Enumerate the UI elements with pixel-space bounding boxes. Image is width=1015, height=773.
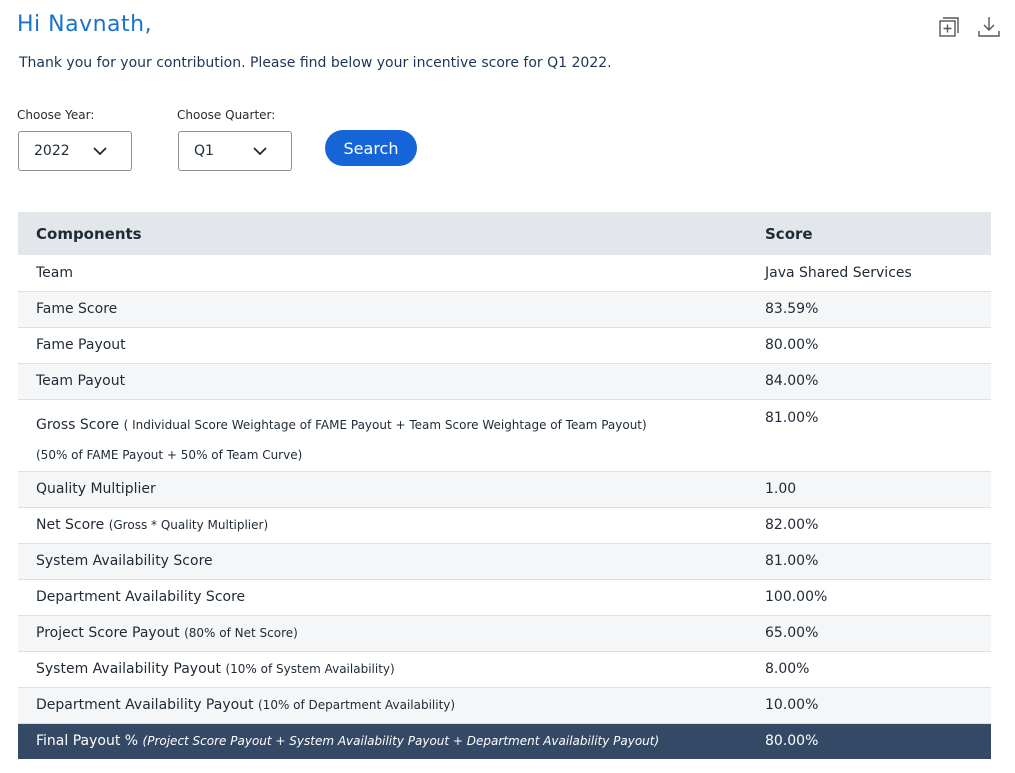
search-button[interactable]: Search	[325, 130, 417, 166]
table-row: Fame Payout 80.00%	[18, 327, 991, 364]
expand-icon[interactable]	[937, 15, 961, 39]
row-label: System Availability Score	[18, 543, 765, 580]
table-row: Net Score (Gross * Quality Multiplier) 8…	[18, 507, 991, 544]
row-label: Quality Multiplier	[18, 471, 765, 508]
row-note: ( Individual Score Weightage of FAME Pay…	[123, 417, 647, 432]
table-row: Department Availability Payout (10% of D…	[18, 687, 991, 724]
row-value: 1.00	[765, 471, 991, 508]
table-row: Team Java Shared Services	[18, 255, 991, 292]
row-value: 84.00%	[765, 363, 991, 400]
row-label: System Availability Payout	[36, 661, 222, 677]
final-payout-label: Final Payout %	[36, 733, 139, 750]
incentive-subtitle: Thank you for your contribution. Please …	[19, 55, 612, 71]
table-row: Gross Score ( Individual Score Weightage…	[18, 399, 991, 472]
row-note: (10% of Department Availability)	[258, 698, 456, 712]
row-value: 80.00%	[765, 327, 991, 364]
row-note-secondary: (50% of FAME Payout + 50% of Team Curve)	[36, 447, 303, 462]
final-payout-note: (Project Score Payout + System Availabil…	[142, 734, 660, 749]
download-icon[interactable]	[977, 15, 1001, 39]
row-value: 65.00%	[765, 615, 991, 652]
greeting-heading: Hi Navnath,	[17, 12, 153, 37]
row-label: Team Payout	[18, 363, 765, 400]
final-payout-row: Final Payout % (Project Score Payout + S…	[18, 723, 991, 759]
row-label: Department Availability Score	[18, 579, 765, 616]
row-note: (Gross * Quality Multiplier)	[108, 518, 269, 532]
row-label: Project Score Payout	[36, 625, 180, 641]
quarter-select-value: Q1	[194, 143, 214, 159]
final-payout-value: 80.00%	[765, 723, 991, 759]
row-label: Fame Score	[18, 291, 765, 328]
chevron-down-icon	[93, 147, 107, 156]
incentive-score-table: Components Score Team Java Shared Servic…	[18, 212, 991, 759]
quarter-label: Choose Quarter:	[177, 108, 276, 122]
row-label: Fame Payout	[18, 327, 765, 364]
table-row: Team Payout 84.00%	[18, 363, 991, 400]
chevron-down-icon	[253, 147, 267, 156]
table-row: System Availability Score 81.00%	[18, 543, 991, 580]
row-value: 81.00%	[765, 399, 991, 472]
row-value: 81.00%	[765, 543, 991, 580]
table-row: System Availability Payout (10% of Syste…	[18, 651, 991, 688]
top-toolbar	[937, 15, 1001, 39]
row-value: 10.00%	[765, 687, 991, 724]
table-row: Department Availability Score 100.00%	[18, 579, 991, 616]
row-value: 100.00%	[765, 579, 991, 616]
row-label: Department Availability Payout	[36, 697, 254, 713]
table-row: Quality Multiplier 1.00	[18, 471, 991, 508]
row-value: Java Shared Services	[765, 255, 991, 292]
year-select-value: 2022	[34, 143, 70, 159]
row-value: 82.00%	[765, 507, 991, 544]
score-column-header: Score	[765, 212, 991, 255]
table-header-row: Components Score	[18, 212, 991, 255]
year-label: Choose Year:	[17, 108, 95, 122]
row-value: 83.59%	[765, 291, 991, 328]
row-note: (10% of System Availability)	[225, 662, 395, 676]
row-label: Net Score	[36, 517, 105, 533]
year-select[interactable]: 2022	[18, 131, 132, 171]
quarter-select[interactable]: Q1	[178, 131, 292, 171]
row-label: Gross Score	[36, 416, 120, 433]
row-label: Team	[18, 255, 765, 292]
row-value: 8.00%	[765, 651, 991, 688]
components-column-header: Components	[18, 212, 765, 255]
row-note: (80% of Net Score)	[184, 626, 298, 640]
table-row: Fame Score 83.59%	[18, 291, 991, 328]
table-row: Project Score Payout (80% of Net Score) …	[18, 615, 991, 652]
